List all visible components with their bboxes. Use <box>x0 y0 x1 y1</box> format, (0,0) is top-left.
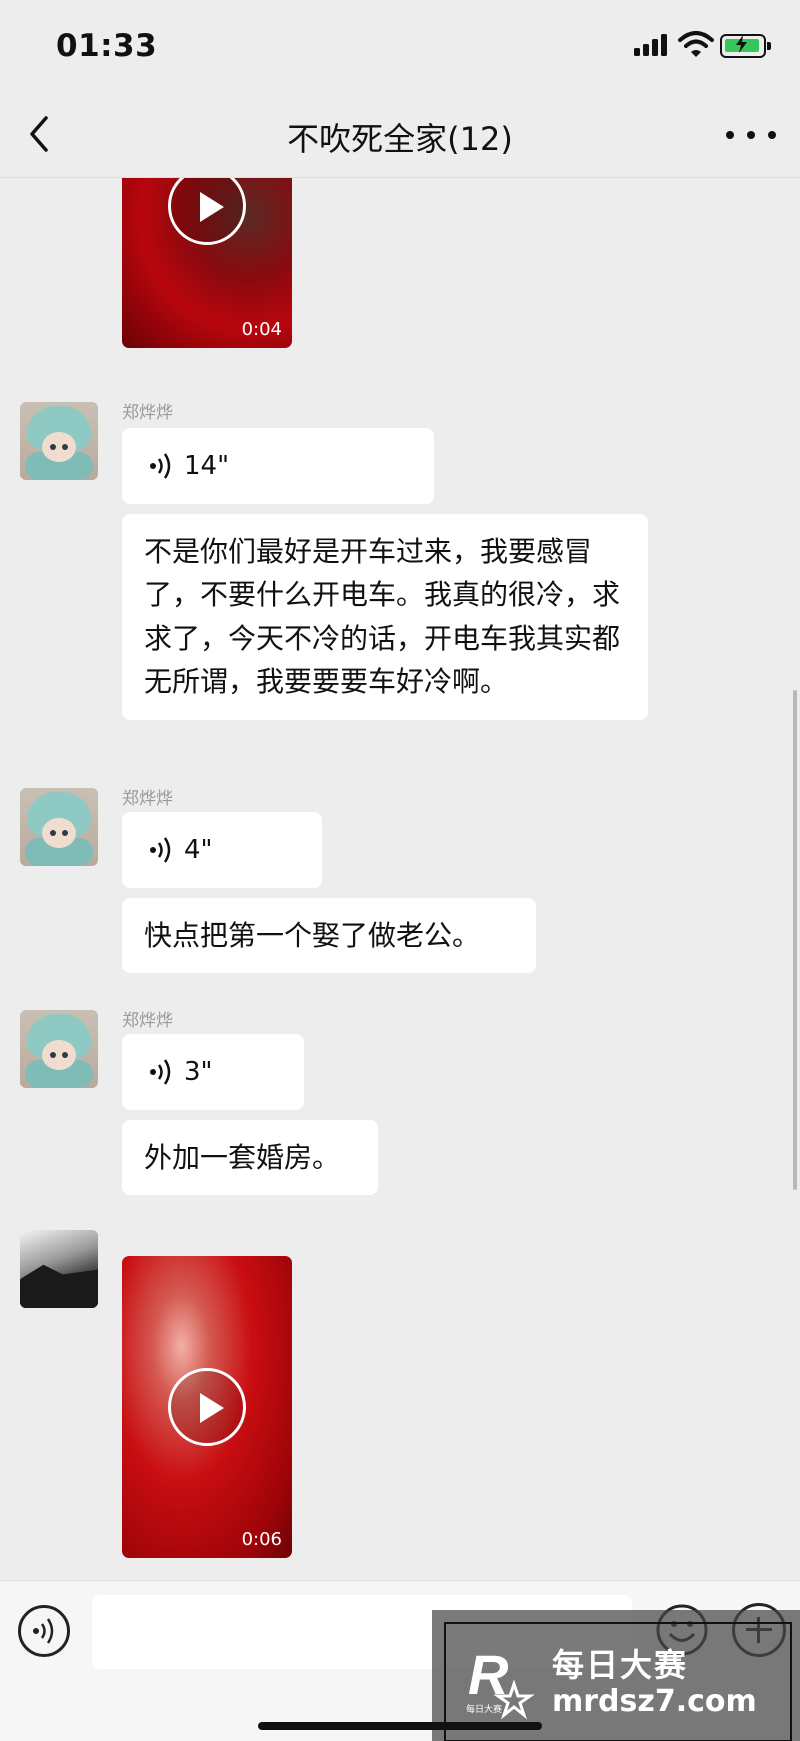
avatar[interactable] <box>20 788 98 866</box>
watermark-url: mrdsz7.com <box>552 1684 757 1719</box>
sender-name: 郑烨烨 <box>122 789 173 809</box>
nav-bar: 不吹死全家(12) <box>0 90 800 178</box>
voice-duration: 14" <box>184 450 230 481</box>
wifi-icon <box>678 31 714 57</box>
signal-icon <box>634 34 670 56</box>
svg-text:每日大赛: 每日大赛 <box>466 1703 502 1714</box>
video-duration: 0:06 <box>241 1529 282 1550</box>
watermark-text: 每日大赛 <box>552 1646 689 1684</box>
avatar[interactable] <box>20 1230 98 1308</box>
voice-message[interactable]: 14" <box>122 428 434 504</box>
video-message[interactable]: 0:04 <box>122 178 292 348</box>
text-message[interactable]: 快点把第一个娶了做老公。 <box>122 898 536 974</box>
text-message[interactable]: 外加一套婚房。 <box>122 1120 378 1196</box>
avatar[interactable] <box>20 1010 98 1088</box>
voice-message[interactable]: 4" <box>122 812 322 888</box>
chat-title: 不吹死全家(12) <box>287 120 513 158</box>
video-message[interactable]: 0:06 <box>122 1256 292 1558</box>
voice-wave-icon <box>150 837 171 863</box>
voice-wave-icon <box>150 1059 171 1085</box>
scrollbar[interactable] <box>793 690 797 1190</box>
video-duration: 0:04 <box>241 319 282 340</box>
watermark-logo-icon: R 每日大赛 <box>466 1643 535 1720</box>
voice-duration: 4" <box>184 834 213 865</box>
voice-wave-icon <box>150 453 171 479</box>
play-icon[interactable] <box>168 178 246 245</box>
status-time: 01:33 <box>56 28 158 64</box>
voice-duration: 3" <box>184 1056 213 1087</box>
status-bar: 01:33 <box>0 0 800 90</box>
sender-name: 郑烨烨 <box>122 403 173 423</box>
chat-area[interactable]: 0:04 郑烨烨 14" 不是你们最好是开车过来，我要感冒了，不要什么开电车。我… <box>0 178 800 1580</box>
voice-input-icon[interactable] <box>18 1605 70 1657</box>
more-icon[interactable] <box>726 120 776 150</box>
battery-icon <box>720 34 772 58</box>
play-icon[interactable] <box>168 1368 246 1446</box>
voice-message[interactable]: 3" <box>122 1034 304 1110</box>
home-indicator[interactable] <box>258 1722 542 1730</box>
text-message[interactable]: 不是你们最好是开车过来，我要感冒了，不要什么开电车。我真的很冷，求求了，今天不冷… <box>122 514 648 720</box>
sender-name: 郑烨烨 <box>122 1011 173 1031</box>
avatar[interactable] <box>20 402 98 480</box>
